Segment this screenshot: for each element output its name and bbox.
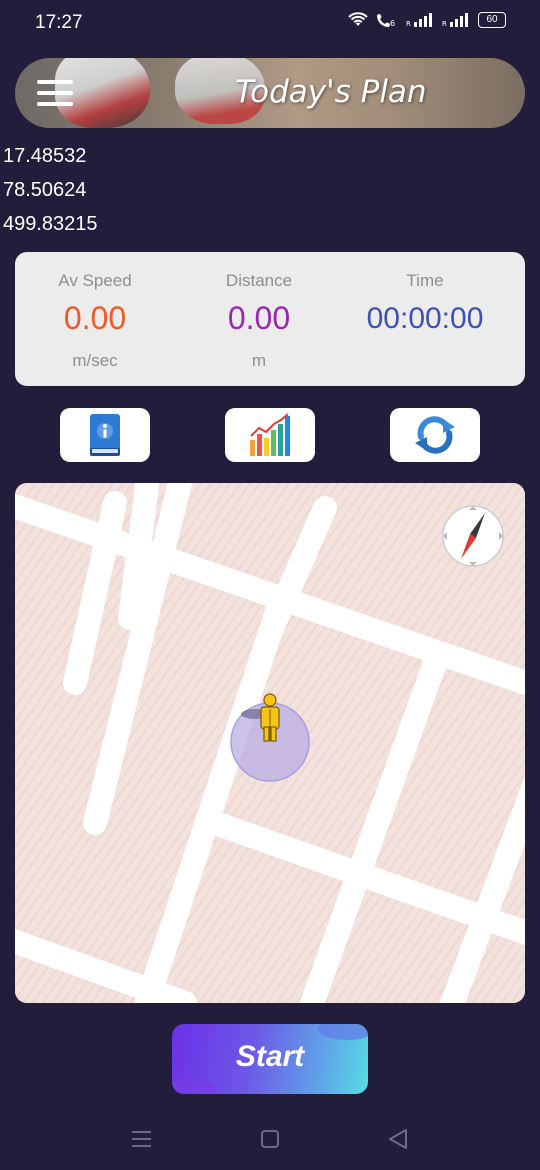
compass-icon[interactable] xyxy=(442,505,504,567)
bar-chart-icon xyxy=(250,413,290,456)
svg-text:R: R xyxy=(406,20,411,27)
svg-text:R: R xyxy=(442,20,447,27)
battery-icon: 60 xyxy=(478,12,506,28)
speed-label: Av Speed xyxy=(58,271,132,290)
latitude-value: 17.48532 xyxy=(3,145,87,167)
time-value: 00:00:00 xyxy=(366,302,484,335)
pegman-icon[interactable] xyxy=(260,693,280,742)
time-label: Time xyxy=(406,271,444,290)
stats-card: Av Speed 0.00 m/sec Distance 0.00 m Time… xyxy=(15,252,525,386)
longitude-value: 78.50624 xyxy=(3,179,87,201)
home-nav-icon[interactable] xyxy=(250,1125,290,1155)
header-banner: Today's Plan xyxy=(15,58,525,128)
page-title: Today's Plan xyxy=(235,74,427,110)
distance-value: 0.00 xyxy=(227,300,291,336)
start-button-decoration xyxy=(318,1024,368,1040)
info-book-icon xyxy=(90,414,120,456)
map-view[interactable] xyxy=(15,483,525,1003)
refresh-button[interactable] xyxy=(390,408,480,462)
start-button-label: Start xyxy=(235,1040,305,1073)
wifi-icon xyxy=(348,12,368,26)
system-nav-bar xyxy=(0,1110,540,1170)
back-nav-icon[interactable] xyxy=(380,1125,420,1155)
distance-unit: m xyxy=(251,351,267,370)
volte-call-icon: 6 xyxy=(377,14,395,28)
menu-nav-icon[interactable] xyxy=(122,1125,162,1155)
signal-icon-2: R xyxy=(442,13,468,27)
status-bar: 17:27 6 R R 60 xyxy=(0,0,540,48)
distance-label: Distance xyxy=(225,271,293,290)
speed-unit: m/sec xyxy=(72,351,118,370)
stats-button[interactable] xyxy=(225,408,315,462)
status-time: 17:27 xyxy=(35,12,83,33)
hamburger-menu-icon[interactable] xyxy=(37,80,73,106)
start-button[interactable]: Start xyxy=(172,1024,368,1094)
altitude-value: 499.83215 xyxy=(3,213,98,235)
svg-text:6: 6 xyxy=(390,19,395,28)
map-canvas[interactable] xyxy=(15,483,525,1003)
speed-value: 0.00 xyxy=(63,300,127,336)
info-button[interactable] xyxy=(60,408,150,462)
start-button-decoration-2 xyxy=(172,1078,216,1094)
status-icons: 6 R R 60 xyxy=(348,12,506,28)
refresh-icon xyxy=(415,416,455,454)
signal-icon-1: R xyxy=(406,13,432,27)
